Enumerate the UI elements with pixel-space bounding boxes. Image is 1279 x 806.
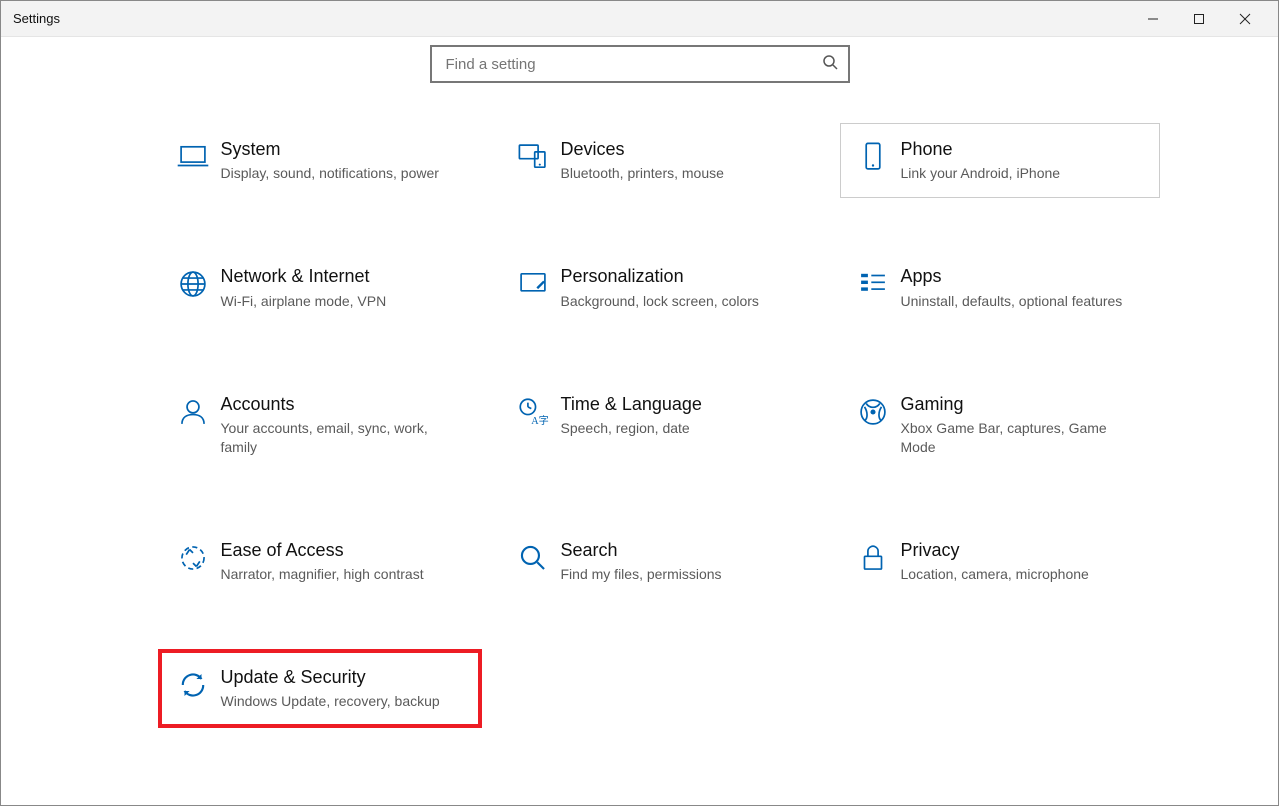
gaming-icon bbox=[845, 393, 901, 429]
card-desc: Find my files, permissions bbox=[561, 565, 801, 584]
settings-card-devices[interactable]: Devices Bluetooth, printers, mouse bbox=[500, 123, 820, 198]
window-title: Settings bbox=[13, 11, 60, 26]
ease-icon bbox=[165, 539, 221, 575]
card-desc: Display, sound, notifications, power bbox=[221, 164, 461, 183]
laptop-icon bbox=[165, 138, 221, 174]
devices-icon bbox=[505, 138, 561, 174]
settings-card-phone[interactable]: Phone Link your Android, iPhone bbox=[840, 123, 1160, 198]
titlebar: Settings bbox=[1, 1, 1278, 37]
card-title: Gaming bbox=[901, 393, 1141, 416]
settings-card-apps[interactable]: Apps Uninstall, defaults, optional featur… bbox=[840, 250, 1160, 325]
card-title: Apps bbox=[901, 265, 1141, 288]
card-desc: Narrator, magnifier, high contrast bbox=[221, 565, 461, 584]
card-title: Time & Language bbox=[561, 393, 801, 416]
settings-card-time[interactable]: Time & Language Speech, region, date bbox=[500, 378, 820, 472]
time-icon bbox=[505, 393, 561, 429]
card-title: Personalization bbox=[561, 265, 801, 288]
card-title: Update & Security bbox=[221, 666, 461, 689]
card-desc: Windows Update, recovery, backup bbox=[221, 692, 461, 711]
card-title: Search bbox=[561, 539, 801, 562]
window-controls bbox=[1130, 1, 1268, 37]
card-desc: Speech, region, date bbox=[561, 419, 801, 438]
minimize-button[interactable] bbox=[1130, 1, 1176, 37]
card-desc: Your accounts, email, sync, work, family bbox=[221, 419, 461, 457]
apps-icon bbox=[845, 265, 901, 301]
card-title: System bbox=[221, 138, 461, 161]
card-title: Ease of Access bbox=[221, 539, 461, 562]
settings-card-privacy[interactable]: Privacy Location, camera, microphone bbox=[840, 524, 1160, 599]
settings-card-accounts[interactable]: Accounts Your accounts, email, sync, work… bbox=[160, 378, 480, 472]
settings-grid: System Display, sound, notifications, pow… bbox=[140, 123, 1140, 726]
card-title: Network & Internet bbox=[221, 265, 461, 288]
settings-card-ease[interactable]: Ease of Access Narrator, magnifier, high … bbox=[160, 524, 480, 599]
card-desc: Xbox Game Bar, captures, Game Mode bbox=[901, 419, 1141, 457]
card-title: Privacy bbox=[901, 539, 1141, 562]
card-desc: Background, lock screen, colors bbox=[561, 292, 801, 311]
account-icon bbox=[165, 393, 221, 429]
card-desc: Link your Android, iPhone bbox=[901, 164, 1141, 183]
settings-card-network[interactable]: Network & Internet Wi-Fi, airplane mode, … bbox=[160, 250, 480, 325]
card-desc: Location, camera, microphone bbox=[901, 565, 1141, 584]
globe-icon bbox=[165, 265, 221, 301]
maximize-button[interactable] bbox=[1176, 1, 1222, 37]
settings-card-system[interactable]: System Display, sound, notifications, pow… bbox=[160, 123, 480, 198]
search-input[interactable] bbox=[444, 55, 822, 74]
card-title: Devices bbox=[561, 138, 801, 161]
settings-card-update[interactable]: Update & Security Windows Update, recover… bbox=[160, 651, 480, 726]
settings-card-search[interactable]: Search Find my files, permissions bbox=[500, 524, 820, 599]
card-desc: Wi-Fi, airplane mode, VPN bbox=[221, 292, 461, 311]
card-desc: Bluetooth, printers, mouse bbox=[561, 164, 801, 183]
card-title: Phone bbox=[901, 138, 1141, 161]
search-box[interactable] bbox=[430, 45, 850, 83]
card-title: Accounts bbox=[221, 393, 461, 416]
search-icon bbox=[822, 54, 838, 75]
card-desc: Uninstall, defaults, optional features bbox=[901, 292, 1141, 311]
update-icon bbox=[165, 666, 221, 702]
personal-icon bbox=[505, 265, 561, 301]
lock-icon bbox=[845, 539, 901, 575]
magnify-icon bbox=[505, 539, 561, 575]
phone-icon bbox=[845, 138, 901, 174]
settings-card-personal[interactable]: Personalization Background, lock screen, … bbox=[500, 250, 820, 325]
close-button[interactable] bbox=[1222, 1, 1268, 37]
settings-card-gaming[interactable]: Gaming Xbox Game Bar, captures, Game Mode bbox=[840, 378, 1160, 472]
